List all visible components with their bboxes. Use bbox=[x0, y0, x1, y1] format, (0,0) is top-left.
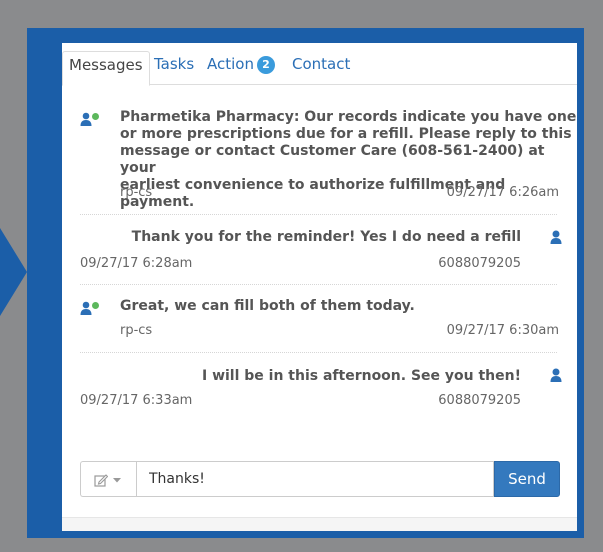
user-icon bbox=[550, 230, 562, 244]
message-divider bbox=[80, 214, 557, 215]
compose-bar: Send bbox=[80, 461, 560, 497]
message-sender: 6088079205 bbox=[438, 256, 521, 271]
tab-tasks[interactable]: Tasks bbox=[154, 51, 194, 83]
message-line: message or contact Customer Care (608-56… bbox=[120, 143, 545, 176]
tab-messages[interactable]: Messages bbox=[62, 51, 150, 86]
message-sender: 6088079205 bbox=[438, 393, 521, 408]
message-divider bbox=[80, 284, 557, 285]
message-timestamp: 09/27/17 6:33am bbox=[80, 393, 193, 408]
message-line: I will be in this afternoon. See you the… bbox=[201, 368, 521, 384]
messages-panel: Messages Tasks Action 2 Contact Pharmetik… bbox=[62, 43, 577, 531]
template-dropdown-button[interactable] bbox=[80, 461, 136, 497]
send-button[interactable]: Send bbox=[494, 461, 560, 497]
message-timestamp: 09/27/17 6:30am bbox=[446, 323, 559, 338]
message-sender: rp-cs bbox=[120, 323, 153, 338]
tab-action[interactable]: Action 2 bbox=[207, 51, 275, 83]
message-timestamp: 09/27/17 6:26am bbox=[446, 185, 559, 200]
pencil-square-icon bbox=[94, 474, 108, 487]
message-text: I will be in this afternoon. See you the… bbox=[202, 368, 521, 385]
message-line: Thank you for the reminder! Yes I do nee… bbox=[131, 229, 521, 245]
message-timestamp: 09/27/17 6:28am bbox=[80, 256, 193, 271]
tab-contact[interactable]: Contact bbox=[292, 51, 350, 83]
frame-pointer bbox=[0, 228, 27, 316]
caret-down-icon bbox=[113, 478, 121, 483]
message-line: Great, we can fill both of them today. bbox=[120, 298, 415, 314]
tab-action-label: Action bbox=[207, 55, 254, 73]
message-line: Pharmetika Pharmacy: Our records indicat… bbox=[120, 109, 577, 125]
message-text: Thank you for the reminder! Yes I do nee… bbox=[132, 229, 521, 246]
tab-bar: Messages Tasks Action 2 Contact bbox=[62, 51, 577, 86]
message-text: Great, we can fill both of them today. bbox=[120, 298, 415, 315]
agent-online-icon bbox=[80, 301, 99, 315]
message-divider bbox=[80, 352, 557, 353]
message-sender: rp-cs bbox=[120, 185, 153, 200]
message-input[interactable] bbox=[136, 461, 494, 497]
user-icon bbox=[550, 368, 562, 382]
panel-footer bbox=[62, 517, 577, 531]
message-line: or more prescriptions due for a refill. … bbox=[120, 126, 572, 142]
action-count-badge: 2 bbox=[256, 56, 275, 74]
agent-online-icon bbox=[80, 112, 99, 126]
